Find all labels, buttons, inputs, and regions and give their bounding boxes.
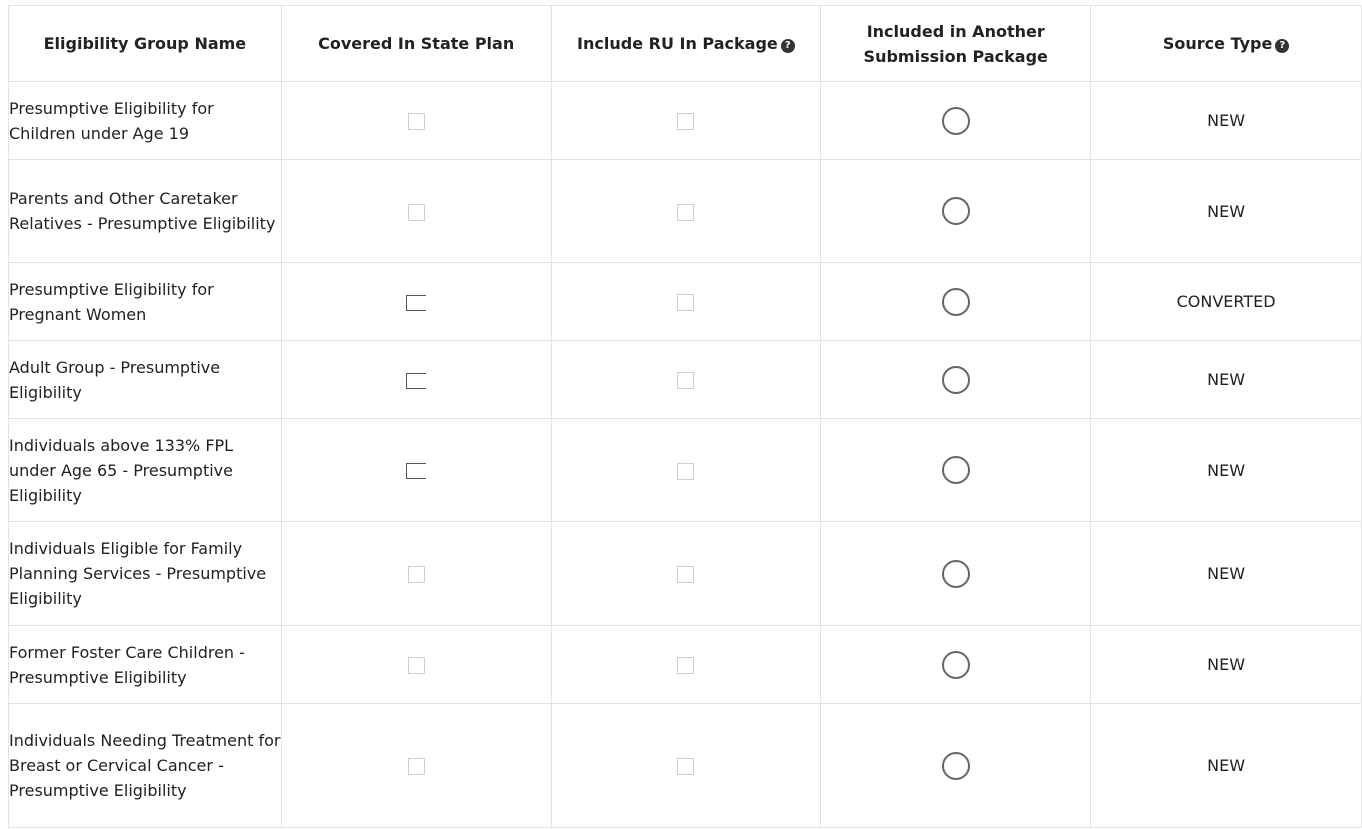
help-icon[interactable]: ? <box>1275 39 1290 53</box>
source-type-value: NEW <box>1090 625 1362 704</box>
included-other-cell <box>820 340 1092 419</box>
eligibility-group-name: Presumptive Eligibility for Children und… <box>8 81 282 160</box>
included-other-cell <box>820 159 1092 263</box>
include-ru-cell <box>550 703 822 828</box>
covered-cell <box>280 418 552 522</box>
table-row: Individuals above 133% FPL under Age 65 … <box>8 418 1362 522</box>
covered-in-state-plan-checkbox[interactable] <box>406 463 427 479</box>
column-header-covered-label: Covered In State Plan <box>318 34 515 53</box>
include-ru-cell <box>550 159 822 263</box>
covered-in-state-plan-checkbox[interactable] <box>406 372 427 389</box>
column-header-include-ru: Include RU In Package? <box>550 5 822 82</box>
covered-cell <box>280 703 552 828</box>
source-type-value: NEW <box>1090 703 1362 828</box>
eligibility-group-name: Parents and Other Caretaker Relatives - … <box>8 159 282 263</box>
include-ru-checkbox[interactable] <box>677 566 695 583</box>
include-ru-cell <box>550 418 822 522</box>
include-ru-checkbox[interactable] <box>677 372 695 389</box>
eligibility-groups-table: Eligibility Group Name Covered In State … <box>8 5 1362 828</box>
included-other-cell <box>820 625 1092 704</box>
covered-in-state-plan-checkbox[interactable] <box>407 203 425 221</box>
column-header-include-ru-label: Include RU In Package <box>577 34 778 53</box>
table-row: Individuals Needing Treatment for Breast… <box>8 703 1362 828</box>
include-ru-checkbox[interactable] <box>677 657 695 674</box>
include-ru-cell <box>550 521 822 626</box>
include-ru-checkbox[interactable] <box>677 203 695 221</box>
include-ru-checkbox[interactable] <box>677 758 695 775</box>
included-in-another-package-radio[interactable] <box>941 197 970 225</box>
source-type-value: CONVERTED <box>1090 262 1362 341</box>
eligibility-group-name: Presumptive Eligibility for Pregnant Wom… <box>8 262 282 341</box>
covered-in-state-plan-checkbox[interactable] <box>407 566 425 583</box>
include-ru-cell <box>550 625 822 704</box>
covered-cell <box>280 159 552 263</box>
table-row: Parents and Other Caretaker Relatives - … <box>8 159 1362 263</box>
table-row: Individuals Eligible for Family Planning… <box>8 521 1362 626</box>
included-other-cell <box>820 521 1092 626</box>
included-other-cell <box>820 418 1092 522</box>
source-type-value: NEW <box>1090 418 1362 522</box>
included-in-another-package-radio[interactable] <box>941 456 970 484</box>
included-other-cell <box>820 262 1092 341</box>
covered-cell <box>280 625 552 704</box>
include-ru-cell <box>550 262 822 341</box>
include-ru-checkbox[interactable] <box>677 294 695 311</box>
source-type-value: NEW <box>1090 340 1362 419</box>
included-in-another-package-radio[interactable] <box>941 650 970 679</box>
column-header-included-other-label: Included in Another Submission Package <box>863 21 1048 66</box>
included-other-cell <box>820 703 1092 828</box>
covered-cell <box>280 521 552 626</box>
table-row: Presumptive Eligibility for Children und… <box>8 81 1362 160</box>
covered-in-state-plan-checkbox[interactable] <box>407 758 425 775</box>
eligibility-table-container: Eligibility Group Name Covered In State … <box>8 5 1362 828</box>
covered-cell <box>280 81 552 160</box>
column-header-covered: Covered In State Plan <box>280 5 552 82</box>
source-type-value: NEW <box>1090 81 1362 160</box>
include-ru-checkbox[interactable] <box>677 113 695 130</box>
included-in-another-package-radio[interactable] <box>941 559 970 588</box>
covered-cell <box>280 262 552 341</box>
eligibility-group-name: Adult Group - Presumptive Eligibility <box>8 340 282 419</box>
eligibility-group-name: Individuals Eligible for Family Planning… <box>8 521 282 626</box>
included-in-another-package-radio[interactable] <box>941 106 970 135</box>
help-icon[interactable]: ? <box>780 39 795 53</box>
column-header-source-type: Source Type? <box>1090 5 1362 82</box>
included-in-another-package-radio[interactable] <box>941 287 970 316</box>
column-header-name: Eligibility Group Name <box>8 5 282 82</box>
covered-in-state-plan-checkbox[interactable] <box>407 113 425 130</box>
table-header-row: Eligibility Group Name Covered In State … <box>8 5 1362 82</box>
covered-cell <box>280 340 552 419</box>
source-type-value: NEW <box>1090 521 1362 626</box>
table-row: Former Foster Care Children - Presumptiv… <box>8 625 1362 704</box>
eligibility-group-name: Individuals above 133% FPL under Age 65 … <box>8 418 282 522</box>
include-ru-cell <box>550 340 822 419</box>
included-in-another-package-radio[interactable] <box>941 365 970 394</box>
covered-in-state-plan-checkbox[interactable] <box>407 657 425 674</box>
included-in-another-package-radio[interactable] <box>941 751 970 780</box>
eligibility-group-name: Individuals Needing Treatment for Breast… <box>8 703 282 828</box>
column-header-name-label: Eligibility Group Name <box>43 34 247 53</box>
source-type-value: NEW <box>1090 159 1362 263</box>
column-header-included-other: Included in Another Submission Package <box>820 5 1092 82</box>
table-row: Presumptive Eligibility for Pregnant Wom… <box>8 262 1362 341</box>
covered-in-state-plan-checkbox[interactable] <box>406 294 427 311</box>
table-row: Adult Group - Presumptive Eligibility NEW <box>8 340 1362 419</box>
column-header-source-type-label: Source Type <box>1162 34 1273 53</box>
include-ru-checkbox[interactable] <box>677 462 695 480</box>
eligibility-group-name: Former Foster Care Children - Presumptiv… <box>8 625 282 704</box>
include-ru-cell <box>550 81 822 160</box>
included-other-cell <box>820 81 1092 160</box>
